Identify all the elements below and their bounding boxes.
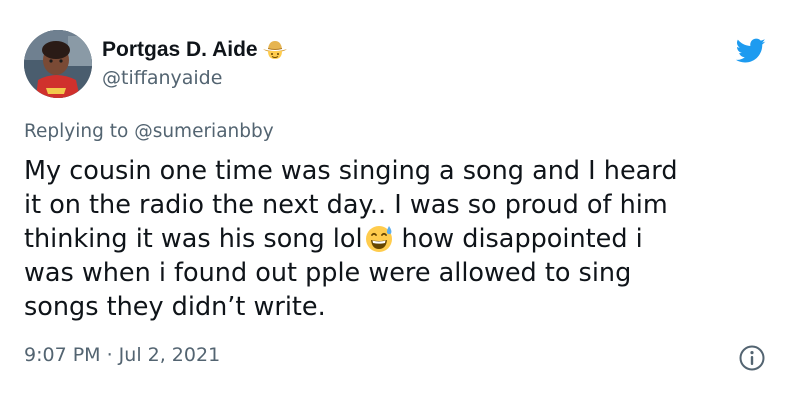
tweet-text-line-3a: thinking it was his song lol [24,224,363,254]
tweet-timestamp[interactable]: 9:07 PM · Jul 2, 2021 [24,344,220,366]
replying-to-mention-link[interactable]: @sumerianbby [134,121,274,142]
author-name-row: Portgas D. Aide [102,38,288,62]
tweet-text-line-3: thinking it was his song lol how disappo… [24,222,784,256]
info-icon[interactable] [738,344,766,372]
author-display-name[interactable]: Portgas D. Aide [102,38,258,62]
tweet-text-line-1: My cousin one time was singing a song an… [24,156,678,186]
avatar-photo [24,30,92,98]
avatar[interactable] [24,30,92,98]
grinning-face-with-sweat-emoji [364,223,394,253]
replying-to-line: Replying to @sumerianbby [24,121,274,142]
twitter-bird-icon[interactable] [735,38,766,64]
replying-to-label: Replying to [24,121,135,142]
tweet-text-line-4: was when i found out pple were allowed t… [24,258,632,288]
tweet-text-line-5: songs they didn’t write. [24,292,326,322]
tweet-text-line-2: it on the radio the next day.. I was so … [24,190,668,220]
face-with-cowboy-hat-emoji [262,40,288,60]
author-handle[interactable]: @tiffanyaide [102,67,222,89]
tweet-text-line-3b: how disappointed i [401,224,643,254]
tweet-text: My cousin one time was singing a song an… [24,154,784,324]
